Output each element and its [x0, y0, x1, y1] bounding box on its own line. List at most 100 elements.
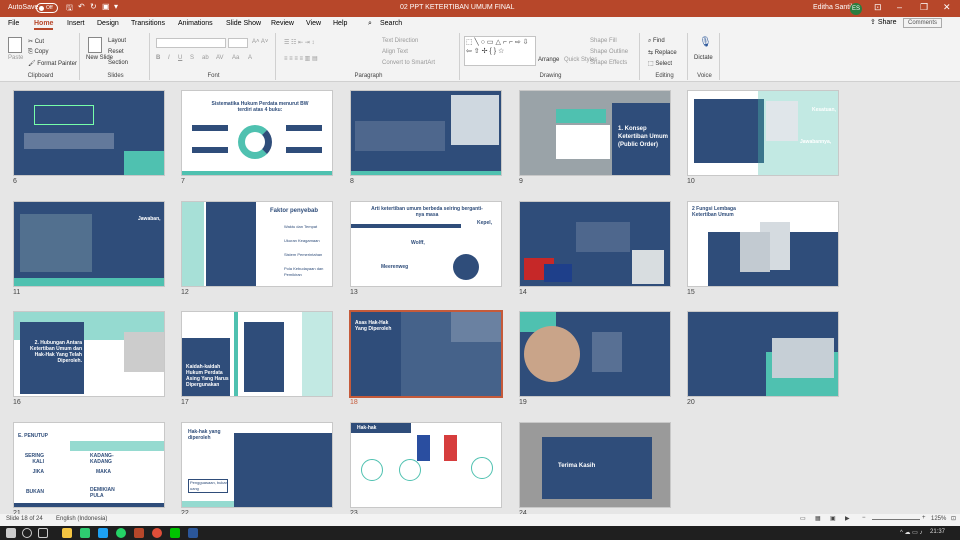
strikethrough-icon[interactable]: ab [202, 55, 209, 61]
font-size-field[interactable] [228, 38, 248, 48]
search-box[interactable]: Search [380, 20, 402, 27]
replace-button[interactable]: ⇆ Replace [648, 49, 677, 56]
change-case-icon[interactable]: Aa [232, 55, 239, 61]
cut-button[interactable]: ✂ Cut [28, 38, 44, 45]
windows-start-icon[interactable] [6, 528, 16, 538]
slide-thumbnail[interactable] [519, 311, 671, 397]
comments-button[interactable]: Comments [903, 18, 943, 28]
reset-button[interactable]: Reset [108, 49, 124, 55]
slide-thumbnail[interactable]: Kaidah-kaidah Hukum Perdata Asing Yang H… [181, 311, 333, 397]
slide-thumbnail[interactable]: 2. Hubungan Antara Ketertiban Umum dan H… [13, 311, 165, 397]
redo-icon[interactable]: ↻ [90, 2, 97, 11]
copy-button[interactable]: ⎘ Copy [28, 49, 48, 56]
layout-button[interactable]: Layout [108, 38, 126, 44]
system-tray-icons[interactable]: ^ ☁ ▭ ♪ [900, 529, 923, 536]
shape-outline-button[interactable]: Shape Outline [590, 49, 628, 55]
tab-view[interactable]: View [306, 20, 321, 27]
word-icon[interactable] [188, 528, 198, 538]
slide-thumbnail[interactable]: 1. Konsep Ketertiban Umum (Public Order) [519, 90, 671, 176]
paste-button[interactable]: Paste [8, 55, 23, 61]
share-button[interactable]: ⇪ Share [870, 18, 897, 26]
arrange-button[interactable]: Arrange [538, 57, 559, 63]
app-icon[interactable] [80, 528, 90, 538]
shape-fill-button[interactable]: Shape Fill [590, 38, 617, 44]
customize-qat-icon[interactable]: ▾ [114, 2, 118, 11]
normal-view-icon[interactable]: ▭ [800, 515, 806, 522]
app-icon[interactable] [98, 528, 108, 538]
ribbon-display-icon[interactable]: ⊡ [874, 2, 882, 13]
convert-smartart-button[interactable]: Convert to SmartArt [382, 60, 435, 66]
tab-design[interactable]: Design [97, 20, 119, 27]
italic-icon[interactable]: I [168, 55, 170, 61]
new-slide-icon[interactable] [88, 37, 102, 53]
save-icon[interactable]: 🖫 [66, 2, 73, 16]
whatsapp-icon[interactable] [116, 528, 126, 538]
text-direction-button[interactable]: Text Direction [382, 38, 418, 44]
slide-thumbnail[interactable]: Faktor penyebab Waktu dan Tempat Ukuran … [181, 201, 333, 287]
slide-thumbnail[interactable]: Kesatuan, Jawabannya, [687, 90, 839, 176]
underline-icon[interactable]: U [178, 55, 182, 61]
tab-animations[interactable]: Animations [178, 20, 213, 27]
dictate-button[interactable]: Dictate [694, 55, 713, 61]
file-explorer-icon[interactable] [62, 528, 72, 538]
section-button[interactable]: Section [108, 60, 128, 66]
tab-file[interactable]: File [8, 20, 19, 27]
slide-thumbnail[interactable]: Arti ketertiban umum berbeda seiring ber… [350, 201, 502, 287]
select-button[interactable]: ⬚ Select [648, 60, 672, 67]
zoom-level[interactable]: 125% [931, 516, 946, 522]
language-status[interactable]: English (Indonesia) [56, 516, 107, 522]
restore-icon[interactable]: ❐ [920, 2, 928, 13]
browser-icon[interactable] [152, 528, 162, 538]
zoom-out-icon[interactable]: − [862, 515, 866, 521]
font-name-field[interactable] [156, 38, 226, 48]
reading-view-icon[interactable]: ▣ [830, 515, 836, 522]
format-painter-button[interactable]: 🖌 Format Painter [28, 60, 77, 67]
tab-review[interactable]: Review [271, 20, 294, 27]
bullets-icon[interactable]: ☰ ☷ ⇤ ⇥ ↕ [284, 39, 314, 46]
fit-slide-icon[interactable]: ⊡ [951, 515, 956, 522]
slide-thumbnail[interactable] [519, 201, 671, 287]
zoom-in-icon[interactable]: + [922, 515, 926, 521]
clock[interactable]: 21:37 [930, 529, 945, 535]
bold-icon[interactable]: B [156, 55, 160, 61]
shapes-gallery[interactable]: ⬚ ╲ ○ ▭ △ ⌐ ⌐ ⇨ ⇩ ⇦ ⇧ ✢ { } ☆ [464, 36, 536, 66]
autosave-toggle[interactable]: Off [36, 3, 58, 13]
line-icon[interactable] [170, 528, 180, 538]
slide-thumbnail[interactable]: Sistematika Hukum Perdata menurut BW ter… [181, 90, 333, 176]
tab-help[interactable]: Help [333, 20, 347, 27]
avatar[interactable]: ES [850, 3, 862, 15]
powerpoint-icon[interactable] [134, 528, 144, 538]
slide-thumbnail[interactable] [13, 90, 165, 176]
tab-slide-show[interactable]: Slide Show [226, 20, 261, 27]
slide-thumbnail-selected[interactable]: Asas Hak-Hak Yang Diperoleh [349, 310, 503, 398]
shape-effects-button[interactable]: Shape Effects [590, 60, 627, 66]
slide-sorter-view-icon[interactable]: ▦ [815, 515, 821, 522]
tab-transitions[interactable]: Transitions [131, 20, 165, 27]
minimize-icon[interactable]: – [897, 2, 902, 12]
align-text-button[interactable]: Align Text [382, 49, 408, 55]
search-icon[interactable]: ⌕ [368, 20, 372, 28]
shadow-icon[interactable]: S [190, 55, 194, 61]
align-icons[interactable]: ≡ ≡ ≡ ≡ ▥ ▤ [284, 55, 318, 62]
undo-icon[interactable]: ↶ [78, 2, 85, 11]
paste-icon[interactable] [8, 37, 22, 53]
zoom-slider[interactable] [872, 519, 920, 520]
grow-font-icon[interactable]: A˄ A˅ [252, 39, 268, 45]
slideshow-view-icon[interactable]: ▶ [845, 515, 850, 522]
tab-insert[interactable]: Insert [67, 20, 85, 27]
slide-thumbnail[interactable]: 2 Fungsi Lembaga Ketertiban Umum [687, 201, 839, 287]
slide-thumbnail[interactable]: E. PENUTUP SERING KALI JIKA BUKAN KADANG… [13, 422, 165, 508]
slide-thumbnail[interactable] [350, 90, 502, 176]
slide-thumbnail[interactable]: Hak-hak [350, 422, 502, 508]
slide-thumbnail[interactable]: Hak-hak yang diperoleh Pengguasaan, buka… [181, 422, 333, 508]
present-icon[interactable]: ▣ [102, 2, 110, 11]
char-spacing-icon[interactable]: AV [216, 55, 224, 61]
slide-thumbnail[interactable]: Jawaban, [13, 201, 165, 287]
microphone-icon[interactable]: 🎙 [699, 37, 712, 48]
slide-thumbnail[interactable]: Terima Kasih [519, 422, 671, 508]
find-button[interactable]: ⌕ Find [648, 38, 665, 45]
close-icon[interactable]: ✕ [943, 2, 951, 13]
slide-thumbnail[interactable] [687, 311, 839, 397]
tab-home[interactable]: Home [34, 20, 54, 30]
search-icon[interactable] [22, 528, 32, 538]
